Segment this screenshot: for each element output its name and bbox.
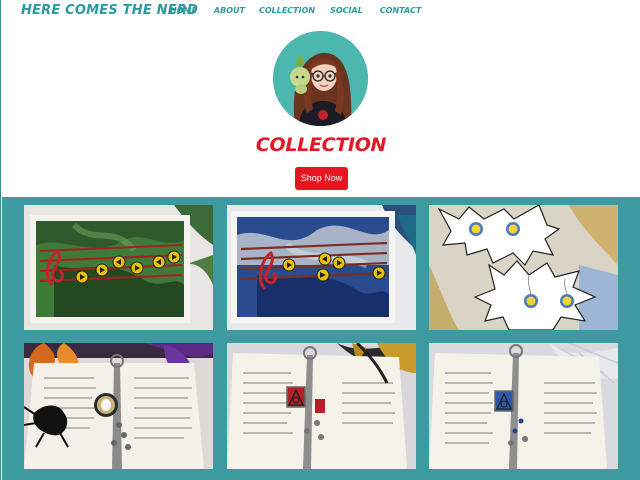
product-tile-green-music-card[interactable] [24, 205, 213, 330]
nav-home-link[interactable]: HOME [170, 6, 197, 15]
nav-contact-link[interactable]: CONTACT [380, 6, 421, 15]
nav-social-link[interactable]: SOCIAL [330, 6, 363, 15]
product-gallery [2, 197, 640, 480]
product-image [429, 205, 618, 330]
page: HERE COMES THE NERD HOME ABOUT COLLECTIO… [0, 0, 640, 480]
product-tile-pikachu-earrings[interactable] [429, 205, 618, 330]
section-title: COLLECTION [255, 134, 387, 156]
product-image [429, 343, 618, 469]
site-header: HERE COMES THE NERD HOME ABOUT COLLECTIO… [1, 0, 640, 196]
product-tile-hallows-blue-bookmark[interactable] [429, 343, 618, 469]
nav-collection-link[interactable]: COLLECTION [259, 6, 315, 15]
avatar-illustration [273, 31, 368, 126]
avatar [273, 31, 368, 126]
product-tile-jack-bookmark[interactable] [24, 343, 213, 469]
product-image [227, 343, 416, 469]
product-image [24, 205, 213, 330]
shop-now-button[interactable]: Shop Now [295, 167, 348, 190]
product-tile-hallows-red-bookmark[interactable] [227, 343, 416, 469]
main-nav: HOME ABOUT COLLECTION SOCIAL CONTACT [170, 6, 421, 15]
nav-about-link[interactable]: ABOUT [214, 6, 245, 15]
product-image [227, 205, 416, 330]
product-tile-blue-music-card[interactable] [227, 205, 416, 330]
product-image [24, 343, 213, 469]
